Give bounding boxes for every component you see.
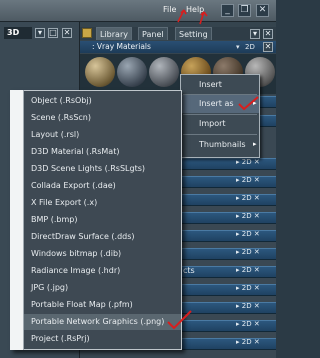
close-icon[interactable]: ✕ <box>256 4 269 17</box>
menu-item-rsl[interactable]: Layout (.rsl) <box>24 127 181 143</box>
arrow-right-icon[interactable]: ▸ <box>236 338 240 346</box>
row-2d-label[interactable]: 2D <box>242 194 252 202</box>
view-mode-2d[interactable]: 2D <box>245 43 255 51</box>
row-controls[interactable]: ▸ 2D ✕ <box>236 248 260 256</box>
arrow-right-icon[interactable]: ▸ <box>236 230 240 238</box>
annotation-check-mark <box>167 310 192 330</box>
row-2d-label[interactable]: 2D <box>242 158 252 166</box>
menu-item-dds[interactable]: DirectDraw Surface (.dds) <box>24 229 181 245</box>
vray-close-icon[interactable]: ✕ <box>263 42 273 52</box>
menu-item-png[interactable]: Portable Network Graphics (.png) <box>24 314 181 330</box>
menu-bar <box>0 0 276 22</box>
menu-item-rsmat[interactable]: D3D Material (.RsMat) <box>24 144 181 160</box>
row-controls[interactable]: ▸ 2D ✕ <box>236 158 260 166</box>
arrow-right-icon[interactable]: ▸ <box>236 284 240 292</box>
row-close-icon[interactable]: ✕ <box>254 302 260 310</box>
row-controls[interactable]: ▸ 2D ✕ <box>236 284 260 292</box>
row-close-icon[interactable]: ✕ <box>254 212 260 220</box>
arrow-right-icon[interactable]: ▸ <box>236 194 240 202</box>
row-2d-label[interactable]: 2D <box>242 248 252 256</box>
restore-icon[interactable]: ❐ <box>238 4 251 17</box>
panel-dropdown-icon[interactable]: ▾ <box>250 29 260 39</box>
menu-item-rsslgts[interactable]: D3D Scene Lights (.RsSLgts) <box>24 161 181 177</box>
material-thumbnail[interactable] <box>85 57 115 87</box>
library-folder-icon <box>82 28 92 38</box>
menu-item-thumbnails[interactable]: Thumbnails <box>181 136 259 154</box>
annotation-check-mark <box>238 96 259 111</box>
row-close-icon[interactable]: ✕ <box>254 158 260 166</box>
arrow-right-icon[interactable]: ▸ <box>236 302 240 310</box>
menu-item-rsobj[interactable]: Object (.RsObj) <box>24 93 181 109</box>
menu-item-rsprj[interactable]: Project (.RsPrj) <box>24 331 181 347</box>
row-2d-label[interactable]: 2D <box>242 176 252 184</box>
menu-item-jpg[interactable]: JPG (.jpg) <box>24 280 181 296</box>
row-2d-label[interactable]: 2D <box>242 266 252 274</box>
arrow-right-icon[interactable]: ▸ <box>236 320 240 328</box>
menu-icon-gutter <box>10 90 24 350</box>
row-controls[interactable]: ▸ 2D ✕ <box>236 266 260 274</box>
row-controls[interactable]: ▸ 2D ✕ <box>236 176 260 184</box>
row-close-icon[interactable]: ✕ <box>254 320 260 328</box>
row-close-icon[interactable]: ✕ <box>254 266 260 274</box>
minimize-icon[interactable]: _ <box>221 4 234 17</box>
row-close-icon[interactable]: ✕ <box>254 338 260 346</box>
row-close-icon[interactable]: ✕ <box>254 248 260 256</box>
viewport-close-icon[interactable]: ✕ <box>62 28 72 38</box>
menu-item-x[interactable]: X File Export (.x) <box>24 195 181 211</box>
row-close-icon[interactable]: ✕ <box>254 194 260 202</box>
arrow-right-icon[interactable]: ▸ <box>236 176 240 184</box>
row-close-icon[interactable]: ✕ <box>254 176 260 184</box>
arrow-right-icon[interactable]: ▸ <box>236 158 240 166</box>
menu-item-dae[interactable]: Collada Export (.dae) <box>24 178 181 194</box>
row-controls[interactable]: ▸ 2D ✕ <box>236 194 260 202</box>
submenu-arrow-icon: ▸ <box>253 140 257 148</box>
menu-separator <box>183 134 257 135</box>
row-close-icon[interactable]: ✕ <box>254 284 260 292</box>
row-2d-label[interactable]: 2D <box>242 212 252 220</box>
tab-setting[interactable]: Setting <box>175 27 212 40</box>
panel-close-icon[interactable]: ✕ <box>263 29 273 39</box>
menu-item-dib[interactable]: Windows bitmap (.dib) <box>24 246 181 262</box>
arrow-right-icon[interactable]: ▸ <box>236 212 240 220</box>
material-thumbnail[interactable] <box>117 57 147 87</box>
menu-item-pfm[interactable]: Portable Float Map (.pfm) <box>24 297 181 313</box>
menu-item-insert[interactable]: Insert <box>181 76 259 94</box>
annotation-arrow <box>177 9 208 25</box>
partial-label-cts: cts <box>183 266 195 275</box>
tab-panel[interactable]: Panel <box>138 27 168 40</box>
dropdown-arrow-icon[interactable]: ▾ <box>236 43 240 51</box>
tab-library[interactable]: Library <box>96 27 132 40</box>
row-controls[interactable]: ▸ 2D ✕ <box>236 212 260 220</box>
menu-item-hdr[interactable]: Radiance Image (.hdr) <box>24 263 181 279</box>
row-2d-label[interactable]: 2D <box>242 320 252 328</box>
row-controls[interactable]: ▸ 2D ✕ <box>236 230 260 238</box>
viewport-maximize-icon[interactable]: □ <box>48 28 58 38</box>
row-2d-label[interactable]: 2D <box>242 338 252 346</box>
tab-3d[interactable]: 3D <box>4 27 32 39</box>
row-2d-label[interactable]: 2D <box>242 302 252 310</box>
arrow-right-icon[interactable]: ▸ <box>236 248 240 256</box>
row-controls[interactable]: ▸ 2D ✕ <box>236 302 260 310</box>
menu-item-import[interactable]: Import <box>181 115 259 133</box>
material-thumbnail[interactable] <box>149 57 179 87</box>
menu-item-bmp[interactable]: BMP (.bmp) <box>24 212 181 228</box>
menu-item-rsscn[interactable]: Scene (.RsScn) <box>24 110 181 126</box>
row-close-icon[interactable]: ✕ <box>254 230 260 238</box>
row-2d-label[interactable]: 2D <box>242 284 252 292</box>
row-2d-label[interactable]: 2D <box>242 230 252 238</box>
viewport-menu-icon[interactable]: ▾ <box>35 28 45 38</box>
arrow-right-icon[interactable]: ▸ <box>236 266 240 274</box>
row-controls[interactable]: ▸ 2D ✕ <box>236 338 260 346</box>
row-controls[interactable]: ▸ 2D ✕ <box>236 320 260 328</box>
